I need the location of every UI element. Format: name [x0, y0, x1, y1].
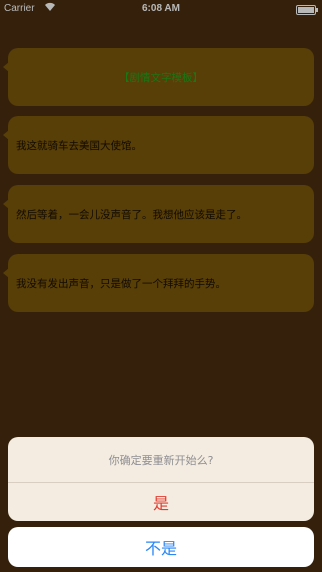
action-sheet-title: 你确定要重新开始么? [8, 437, 314, 483]
action-sheet: 你确定要重新开始么? 是 [8, 437, 314, 521]
confirm-restart-button[interactable]: 是 [8, 483, 314, 521]
cancel-button[interactable]: 不是 [8, 527, 314, 567]
